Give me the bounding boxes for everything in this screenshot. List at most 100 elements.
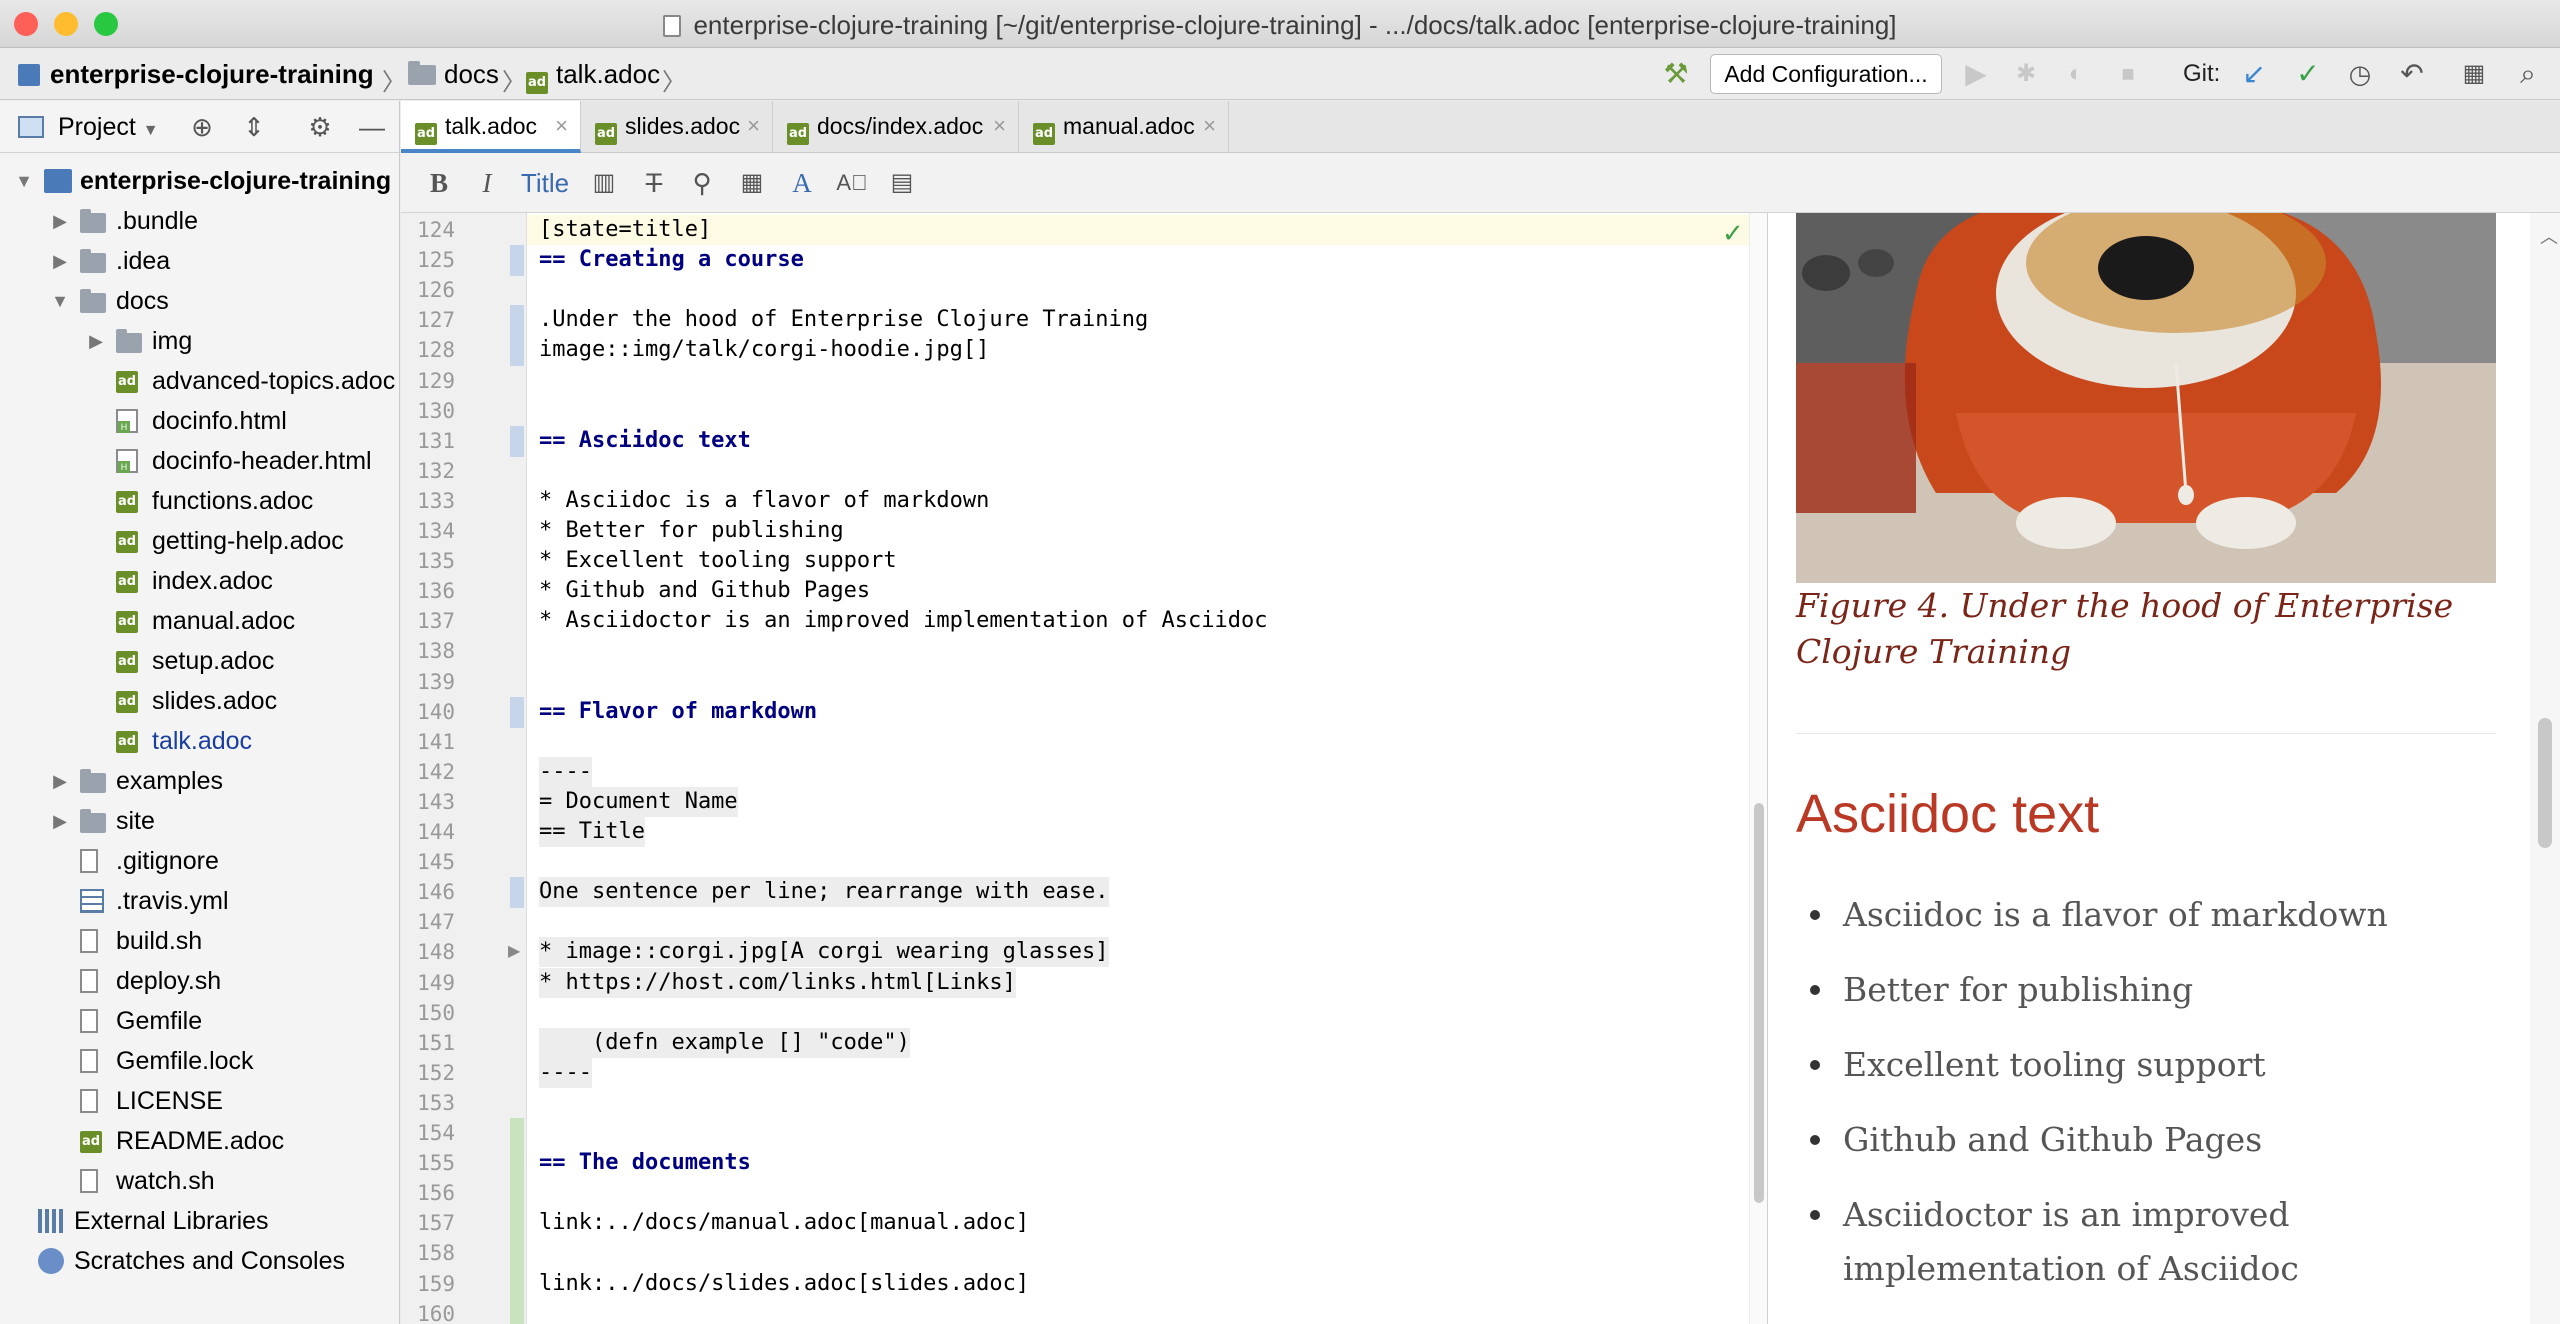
git-update-icon[interactable]: ↙ [2238,58,2270,90]
breadcrumb-project[interactable]: enterprise-clojure-training [18,58,374,90]
code-line[interactable]: One sentence per line; rearrange with ea… [539,877,1109,908]
project-view-selector[interactable]: Project ▼ [58,113,159,142]
chevron-right-icon[interactable]: ▶ [50,201,70,241]
close-icon[interactable]: × [1203,101,1216,151]
stop-icon[interactable]: ■ [2112,58,2144,90]
tree-item-build-sh[interactable]: build.sh [0,921,400,961]
tree-item-watch-sh[interactable]: watch.sh [0,1161,400,1201]
preview-scrollbar[interactable]: ︿ [2530,213,2560,1324]
code-line[interactable]: * Excellent tooling support [539,546,897,576]
close-icon[interactable]: × [993,101,1006,151]
code-line[interactable]: link:../docs/manual.adoc[manual.adoc] [539,1208,1029,1238]
tree-item-docs[interactable]: ▼ docs [0,281,400,321]
monospace-icon[interactable]: ▥ [587,167,621,199]
tree-item-readme-adoc[interactable]: ad README.adoc [0,1121,400,1161]
strikethrough-icon[interactable]: T [637,167,671,199]
chevron-right-icon[interactable]: ▶ [50,761,70,801]
run-icon[interactable]: ▶ [1960,58,1992,90]
code-line[interactable]: * Asciidoc is a flavor of markdown [539,486,989,516]
tree-item-index-adoc[interactable]: ad index.adoc [0,561,400,601]
debug-icon[interactable]: ✱ [2010,58,2042,90]
change-marker[interactable] [510,335,524,367]
tree-item-docinfo-html[interactable]: docinfo.html [0,401,400,441]
tree-item-img[interactable]: ▶ img [0,321,400,361]
breadcrumb-file[interactable]: ad talk.adoc [526,58,660,94]
code-line[interactable]: * Github and Github Pages [539,576,870,606]
chevron-down-icon[interactable]: ▼ [14,161,34,201]
tab-talk-adoc[interactable]: ad talk.adoc × [401,101,581,153]
tree-item-getting-help-adoc[interactable]: ad getting-help.adoc [0,521,400,561]
change-marker[interactable] [510,305,524,337]
project-structure-icon[interactable]: ▦ [2458,58,2490,90]
change-marker[interactable] [510,1298,524,1324]
tree-item-external-libraries[interactable]: External Libraries [0,1201,400,1241]
git-commit-icon[interactable]: ✓ [2292,58,2324,90]
tree-item-site[interactable]: ▶ site [0,801,400,841]
code-line[interactable]: == Asciidoc text [539,426,751,456]
preview-scroll-thumb[interactable] [2538,718,2552,848]
tree-item-deploy-sh[interactable]: deploy.sh [0,961,400,1001]
text-style-icon[interactable]: A⃞ [835,167,869,199]
git-history-icon[interactable]: ◷ [2344,58,2376,90]
scroll-up-icon[interactable]: ︿ [2540,223,2558,249]
search-icon[interactable]: ⌕ [2512,58,2544,90]
tab-slides-adoc[interactable]: ad slides.adoc × [581,101,773,153]
coverage-icon[interactable]: ◐ [2060,58,2092,90]
code-line[interactable]: * image::corgi.jpg[A corgi wearing glass… [539,937,1109,968]
hide-panel-icon[interactable]: — [356,111,388,143]
gear-icon[interactable]: ⚙ [304,111,336,143]
tab-manual-adoc[interactable]: ad manual.adoc × [1019,101,1229,153]
code-line[interactable]: == The documents [539,1148,751,1178]
build-hammer-icon[interactable]: ⚒ [1660,58,1692,90]
font-icon[interactable]: A [785,167,819,199]
code-line[interactable]: == Creating a course [539,245,804,275]
change-marker[interactable] [510,425,524,457]
change-marker[interactable] [510,696,524,728]
code-line[interactable]: .Under the hood of Enterprise Clojure Tr… [539,305,1148,335]
tree-item-bundle[interactable]: ▶ .bundle [0,201,400,241]
code-line[interactable]: [state=title] [527,215,1749,245]
code-line[interactable]: (defn example [] "code") [539,1027,910,1058]
collapse-all-icon[interactable]: ⇕ [238,111,270,143]
close-icon[interactable]: × [747,101,760,151]
tree-item-advanced-topics-adoc[interactable]: ad advanced-topics.adoc [0,361,400,401]
tree-item-setup-adoc[interactable]: ad setup.adoc [0,641,400,681]
tree-item-travis-yml[interactable]: .travis.yml [0,881,400,921]
tree-item-gemfile[interactable]: Gemfile [0,1001,400,1041]
code-line[interactable]: ---- [539,756,592,787]
code-line[interactable]: == Title [539,817,645,847]
chevron-right-icon[interactable]: ▶ [86,321,106,361]
change-marker[interactable] [510,1268,524,1300]
tree-item-functions-adoc[interactable]: ad functions.adoc [0,481,400,521]
tree-item-talk-adoc[interactable]: ad talk.adoc [0,721,400,761]
tree-item-gemfile-lock[interactable]: Gemfile.lock [0,1041,400,1081]
italic-icon[interactable]: I [473,167,501,199]
tree-item-enterprise-clojure-training[interactable]: ▼ enterprise-clojure-training [0,161,400,201]
change-marker[interactable] [510,245,524,277]
editor-scroll-thumb[interactable] [1754,803,1764,1203]
change-marker[interactable] [510,1148,524,1180]
chevron-right-icon[interactable]: ▶ [50,801,70,841]
inspection-ok-icon[interactable]: ✓ [1722,218,1744,249]
document-layout-icon[interactable]: ▤ [885,167,919,199]
fold-arrow-icon[interactable]: ▶ [508,937,520,967]
code-line[interactable]: image::img/talk/corgi-hoodie.jpg[] [539,335,989,365]
link-icon[interactable]: ⚲ [685,167,719,199]
tree-item-license[interactable]: LICENSE [0,1081,400,1121]
code-line[interactable]: == Flavor of markdown [539,697,817,727]
change-marker[interactable] [510,877,524,909]
code-line[interactable]: * https://host.com/links.html[Links] [539,967,1016,998]
locate-file-icon[interactable]: ⊕ [186,111,218,143]
change-marker[interactable] [510,1178,524,1210]
code-line[interactable]: link:../docs/slides.adoc[slides.adoc] [539,1269,1029,1299]
tree-item-examples[interactable]: ▶ examples [0,761,400,801]
code-line[interactable]: * Better for publishing [539,516,844,546]
bold-icon[interactable]: B [425,167,453,199]
tree-item-gitignore[interactable]: .gitignore [0,841,400,881]
breadcrumb-docs[interactable]: docs [408,58,499,90]
git-revert-icon[interactable]: ↶ [2396,58,2428,90]
code-line[interactable]: ---- [539,1057,592,1088]
change-marker[interactable] [510,1238,524,1270]
table-icon[interactable]: ▦ [735,167,769,199]
code-line[interactable]: * Asciidoctor is an improved implementat… [539,606,1267,636]
